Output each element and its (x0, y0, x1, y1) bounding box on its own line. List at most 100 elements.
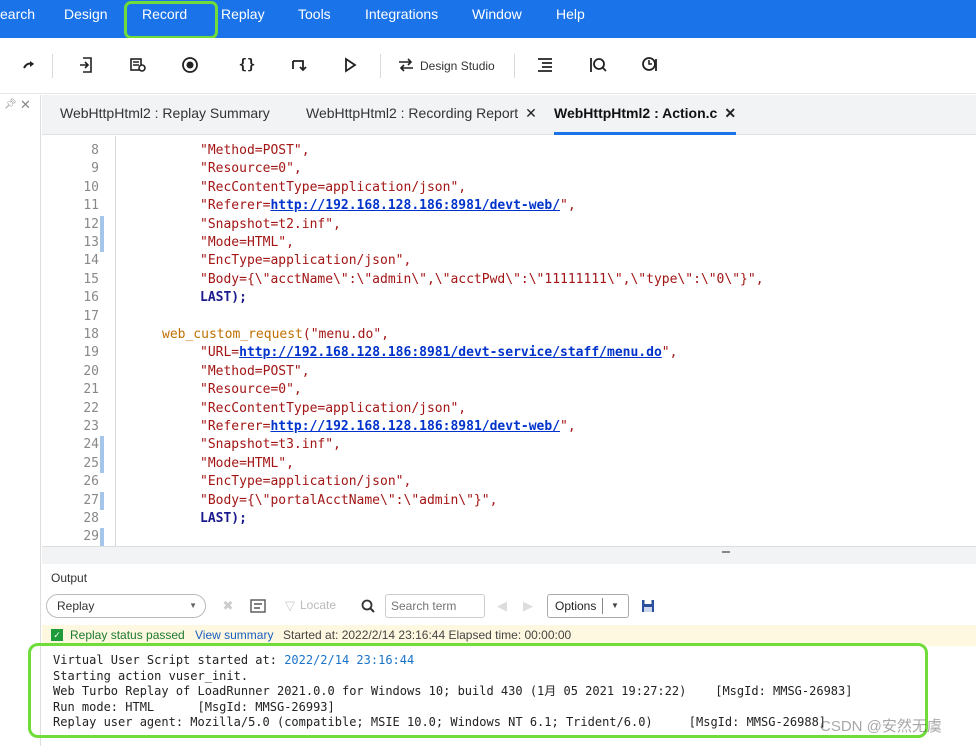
output-source-value: Replay (57, 599, 95, 613)
code-text: "RecContentType=application/json", (200, 179, 466, 197)
code-text: "Body={\"acctName\":\"admin\",\"acctPwd\… (200, 271, 764, 289)
find-next-icon[interactable]: ▶ (518, 596, 538, 616)
check-icon: ✓ (51, 629, 63, 641)
pin-icon[interactable]: 📌︎ (4, 99, 17, 110)
change-marker (100, 234, 104, 253)
code-token: "Mode=HTML", (200, 235, 294, 250)
tab-action-c[interactable]: WebHttpHtml2 : Action.c ✕ (554, 95, 737, 135)
menu-help[interactable]: Help (556, 0, 585, 38)
code-line: 13 "Mode=HTML", (42, 234, 976, 253)
code-token: "EncType=application/json", (200, 253, 412, 269)
code-text: "RecContentType=application/json", (200, 400, 466, 418)
code-text: "Referer=http://192.168.128.186:8981/dev… (200, 197, 576, 215)
options-label: Options (555, 599, 597, 613)
code-token: "Body={\"acctName\":\"admin\",\"acctPwd\… (200, 271, 764, 287)
scroll-handle[interactable] (722, 551, 730, 553)
toolbar-separator (514, 54, 515, 78)
menu-window[interactable]: Window (472, 0, 522, 38)
line-number: 14 (83, 253, 99, 269)
record-icon[interactable] (177, 52, 203, 78)
line-number: 16 (83, 290, 99, 306)
code-line: 26 "EncType=application/json", (42, 473, 976, 491)
search-term-input[interactable] (385, 594, 485, 618)
line-number: 26 (83, 474, 99, 490)
code-line: 19 "URL=http://192.168.128.186:8981/devt-… (42, 344, 976, 362)
log-highlight-box (28, 643, 928, 738)
code-line: 23 "Referer=http://192.168.128.186:8981/d… (42, 418, 976, 436)
chevron-down-icon: ▼ (611, 601, 619, 610)
line-number: 13 (83, 235, 99, 250)
code-text: "Snapshot=t2.inf", (200, 216, 341, 234)
code-text: "Body={\"portalAcctName\":\"admin\"}", (200, 492, 497, 510)
change-marker (100, 454, 104, 474)
line-number: 15 (83, 271, 99, 287)
code-editor[interactable]: 8 "Method=POST", 9 "Resource=0", 10 "RecConte… (42, 136, 976, 546)
tab-label: WebHttpHtml2 : Replay Summary (60, 105, 270, 121)
line-number: 23 (83, 419, 99, 434)
menu-search[interactable]: earch (0, 0, 35, 38)
design-studio-icon (398, 57, 414, 75)
clear-icon[interactable]: ✖ (218, 596, 238, 616)
search-icon[interactable] (358, 596, 378, 616)
code-line: 15 "Body={\"acctName\":\"admin\",\"acctPw… (42, 271, 976, 289)
braces-icon[interactable]: {} (234, 52, 260, 78)
code-token: "URL= (200, 345, 240, 361)
code-text: "URL=http://192.168.128.186:8981/devt-se… (200, 344, 677, 362)
export-script-icon[interactable] (74, 52, 100, 78)
line-number: 28 (83, 511, 99, 526)
tab-recording-report[interactable]: WebHttpHtml2 : Recording Report ✕ (306, 95, 537, 135)
menu-tools[interactable]: Tools (298, 0, 331, 38)
play-icon[interactable] (337, 52, 363, 78)
line-number: 8 (91, 143, 99, 158)
search-run-icon[interactable] (585, 52, 611, 78)
code-line: 25 "Mode=HTML", (42, 454, 976, 474)
tab-replay-summary[interactable]: WebHttpHtml2 : Replay Summary (60, 95, 270, 135)
snapshot-icon[interactable] (125, 52, 151, 78)
url-link[interactable]: http://192.168.128.186:8981/devt-web/ (270, 198, 560, 213)
code-text: "Method=POST", (200, 142, 310, 160)
wrap-icon[interactable] (248, 596, 268, 616)
url-link[interactable]: http://192.168.128.186:8981/devt-service… (239, 345, 662, 360)
output-source-select[interactable]: Replay ▼ (46, 594, 206, 618)
funnel-icon[interactable]: ▽ (280, 596, 300, 616)
design-studio-button[interactable]: Design Studio (398, 55, 495, 77)
close-icon[interactable]: ✕ (20, 97, 31, 113)
code-text: "Snapshot=t3.inf", (200, 436, 341, 454)
output-toolbar: Replay ▼ ✖ ▽ Locate ◀ ▶ Options ▼ (42, 592, 976, 620)
line-number: 19 (83, 345, 99, 361)
menu-integrations[interactable]: Integrations (365, 0, 438, 38)
line-number: 25 (83, 455, 99, 471)
code-text: "Resource=0", (200, 381, 302, 399)
list-icon[interactable] (532, 52, 558, 78)
change-marker (100, 491, 104, 510)
editor-scrollbar[interactable] (42, 546, 976, 564)
run-status-icon[interactable] (637, 52, 663, 78)
code-line: 17 (42, 308, 976, 326)
url-link[interactable]: http://192.168.128.186:8981/devt-web/ (270, 419, 560, 434)
code-token: "Snapshot=t3.inf", (200, 437, 341, 453)
locate-button[interactable]: Locate (300, 598, 336, 612)
chevron-down-icon: ▼ (189, 601, 197, 610)
save-icon[interactable] (638, 596, 658, 616)
code-line: 16 LAST); (42, 289, 976, 307)
change-marker (100, 436, 104, 455)
tab-close-icon[interactable]: ✕ (724, 105, 736, 121)
code-text: "EncType=application/json", (200, 252, 411, 270)
code-token: "RecContentType=application/json", (200, 400, 467, 416)
code-text: "Mode=HTML", (200, 234, 294, 252)
redo-icon[interactable] (16, 52, 42, 78)
line-number: 9 (91, 161, 99, 177)
code-text: "Referer=http://192.168.128.186:8981/dev… (200, 418, 576, 436)
code-line: 24 "Snapshot=t3.inf", (42, 436, 976, 455)
menu-design[interactable]: Design (64, 0, 108, 38)
options-dropdown[interactable]: Options ▼ (547, 594, 629, 618)
find-previous-icon[interactable]: ◀ (492, 596, 512, 616)
line-number: 24 (83, 437, 99, 453)
code-token: "Mode=HTML", (200, 455, 294, 471)
line-number: 18 (83, 327, 99, 342)
divider (602, 598, 603, 614)
tab-close-icon[interactable]: ✕ (525, 105, 537, 121)
menu-replay[interactable]: Replay (221, 0, 265, 38)
step-over-icon[interactable] (286, 52, 312, 78)
code-line: 28 LAST); (42, 510, 976, 528)
